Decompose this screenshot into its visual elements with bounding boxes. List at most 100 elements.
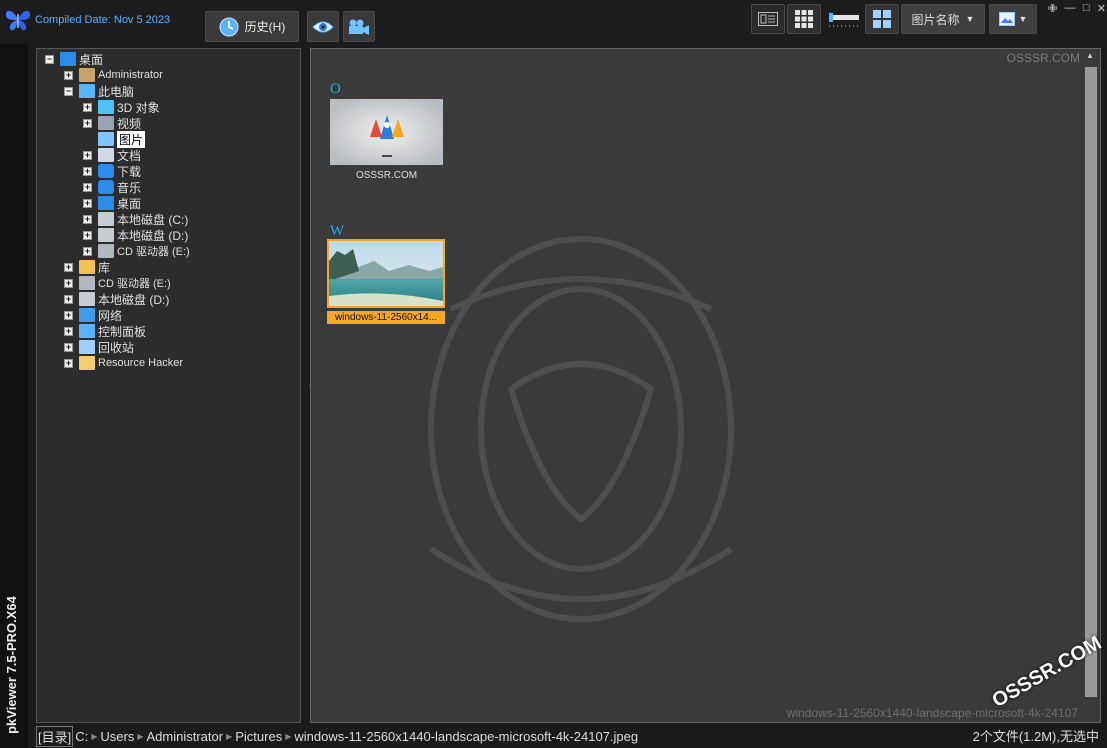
tree-node[interactable]: − 此电脑 (64, 83, 134, 99)
music-icon (98, 180, 114, 194)
breadcrumb-item[interactable]: windows-11-2560x1440-landscape-microsoft… (294, 729, 638, 744)
thumbnail-size-slider[interactable] (829, 10, 859, 30)
expand-icon[interactable]: + (64, 70, 73, 80)
tree-node[interactable]: + 本地磁盘 (D:) (83, 227, 188, 243)
sort-dropdown[interactable]: 图片名称 ▼ (901, 4, 985, 34)
tree-node-label: 音乐 (117, 180, 142, 195)
vertical-scrollbar[interactable]: ▲ (1083, 51, 1097, 720)
expand-icon[interactable]: + (83, 182, 92, 192)
butterfly-logo-icon (5, 10, 31, 31)
chevron-down-icon: ▼ (965, 14, 975, 24)
tree-node[interactable]: + CD 驱动器 (E:) (64, 275, 171, 291)
slideshow-button[interactable] (343, 11, 375, 42)
site-watermark: OSSSR.COM (1006, 51, 1080, 65)
tree-node[interactable]: + 本地磁盘 (D:) (64, 291, 169, 307)
tree-node[interactable]: + 视频 (83, 115, 141, 131)
expand-icon[interactable]: + (83, 118, 92, 128)
tree-node[interactable]: + Resource Hacker (64, 355, 183, 371)
expand-icon[interactable]: + (64, 278, 73, 288)
image-icon (998, 12, 1015, 26)
tree-node[interactable]: + 音乐 (83, 179, 141, 195)
expand-icon[interactable]: + (64, 310, 73, 320)
tree-node[interactable]: + Administrator (64, 67, 163, 83)
expand-icon[interactable]: + (83, 150, 92, 160)
thumbnail-windows-11[interactable] (327, 239, 445, 308)
breadcrumb-item[interactable]: Administrator (147, 729, 224, 744)
tree-node[interactable]: + 库 (64, 259, 110, 275)
tree-node[interactable]: + 网络 (64, 307, 122, 323)
tree-node-label: 下载 (117, 164, 142, 179)
minimize-icon[interactable]: — (1065, 2, 1076, 16)
window-controls: ✙ — □ ✕ (1048, 2, 1106, 16)
expand-icon[interactable]: + (64, 342, 73, 352)
history-button[interactable]: 历史(H) (205, 11, 299, 42)
expand-icon[interactable]: + (64, 326, 73, 336)
tree-node-label: CD 驱动器 (E:) (98, 278, 171, 290)
tree-node[interactable]: + 下载 (83, 163, 141, 179)
expand-icon[interactable]: + (64, 294, 73, 304)
directory-mode-label[interactable]: [目录] (36, 726, 74, 747)
tree-node-label: 图片 (117, 130, 146, 148)
pin-icon[interactable]: ✙ (1048, 2, 1057, 16)
tree-node[interactable]: + 文档 (83, 147, 141, 163)
grid-view-button[interactable] (787, 4, 821, 34)
chevron-down-icon: ▼ (1018, 14, 1028, 24)
scroll-up-icon[interactable]: ▲ (1086, 51, 1094, 60)
breadcrumb-item[interactable]: C: (75, 729, 88, 744)
thumbnail-osssr[interactable] (330, 99, 443, 165)
breadcrumb-item[interactable]: Pictures (235, 729, 282, 744)
breadcrumb-separator-icon: ▶ (285, 732, 292, 741)
tree-node[interactable]: + 本地磁盘 (C:) (83, 211, 188, 227)
expand-icon[interactable]: + (83, 166, 92, 176)
tree-node[interactable]: + 回收站 (64, 339, 134, 355)
folder-icon (79, 356, 95, 370)
file-count-status: 2个文件(1.2M),无选中 (972, 729, 1099, 744)
sort-label: 图片名称 (911, 12, 960, 27)
tree-node-label: CD 驱动器 (E:) (117, 246, 190, 258)
thumbnail-caption-windows-11: windows-11-2560x14... (327, 311, 445, 324)
close-icon[interactable]: ✕ (1097, 2, 1106, 16)
eye-icon (312, 21, 334, 32)
thumbnail-style-dropdown[interactable]: ▼ (989, 4, 1037, 34)
tree-node-label: 库 (98, 260, 111, 275)
expand-icon[interactable]: + (83, 214, 92, 224)
detail-view-button[interactable] (751, 4, 785, 34)
status-bar: [目录] C: ▶ Users ▶ Administrator ▶ Pictur… (36, 724, 1107, 748)
cd-drive-icon (79, 276, 95, 290)
tree-node-label: 本地磁盘 (C:) (117, 212, 189, 227)
tree-node[interactable]: +图片 (83, 130, 146, 148)
list-view-icon (758, 12, 778, 26)
tree-node[interactable]: + 桌面 (83, 195, 141, 211)
tiles-view-button[interactable] (865, 4, 899, 34)
collapse-icon[interactable]: − (64, 86, 73, 96)
tree-node[interactable]: + CD 驱动器 (E:) (83, 243, 190, 259)
group-letter-w: W (330, 223, 345, 239)
expand-icon[interactable]: + (83, 198, 92, 208)
expand-icon[interactable]: + (83, 246, 92, 256)
library-icon (79, 260, 95, 274)
tree-node-label: 网络 (98, 308, 123, 323)
tree-node-label: 桌面 (117, 196, 142, 211)
expand-icon[interactable]: + (83, 230, 92, 240)
download-icon (98, 164, 114, 178)
recycle-bin-icon (79, 340, 95, 354)
expand-icon[interactable]: + (64, 358, 73, 368)
expand-icon[interactable]: + (83, 102, 92, 112)
breadcrumb-item[interactable]: Users (100, 729, 134, 744)
tree-node-label: 此电脑 (98, 84, 135, 99)
grid-icon (795, 10, 813, 28)
tree-node-label: 回收站 (98, 340, 135, 355)
video-camera-icon (349, 19, 369, 35)
preview-button[interactable] (307, 11, 339, 42)
tree-node[interactable]: +3D 对象 (83, 99, 160, 115)
tree-node-label: 本地磁盘 (D:) (117, 228, 189, 243)
tree-node[interactable]: − 桌面 (45, 51, 103, 67)
breadcrumb: [目录] C: ▶ Users ▶ Administrator ▶ Pictur… (36, 726, 638, 747)
document-icon (98, 148, 114, 162)
collapse-icon[interactable]: − (45, 54, 54, 64)
tree-node[interactable]: + 控制面板 (64, 323, 146, 339)
maximize-icon[interactable]: □ (1083, 2, 1090, 16)
expand-icon[interactable]: + (64, 262, 73, 272)
tree-node-label: 控制面板 (98, 324, 147, 339)
scrollbar-thumb[interactable] (1085, 67, 1097, 697)
